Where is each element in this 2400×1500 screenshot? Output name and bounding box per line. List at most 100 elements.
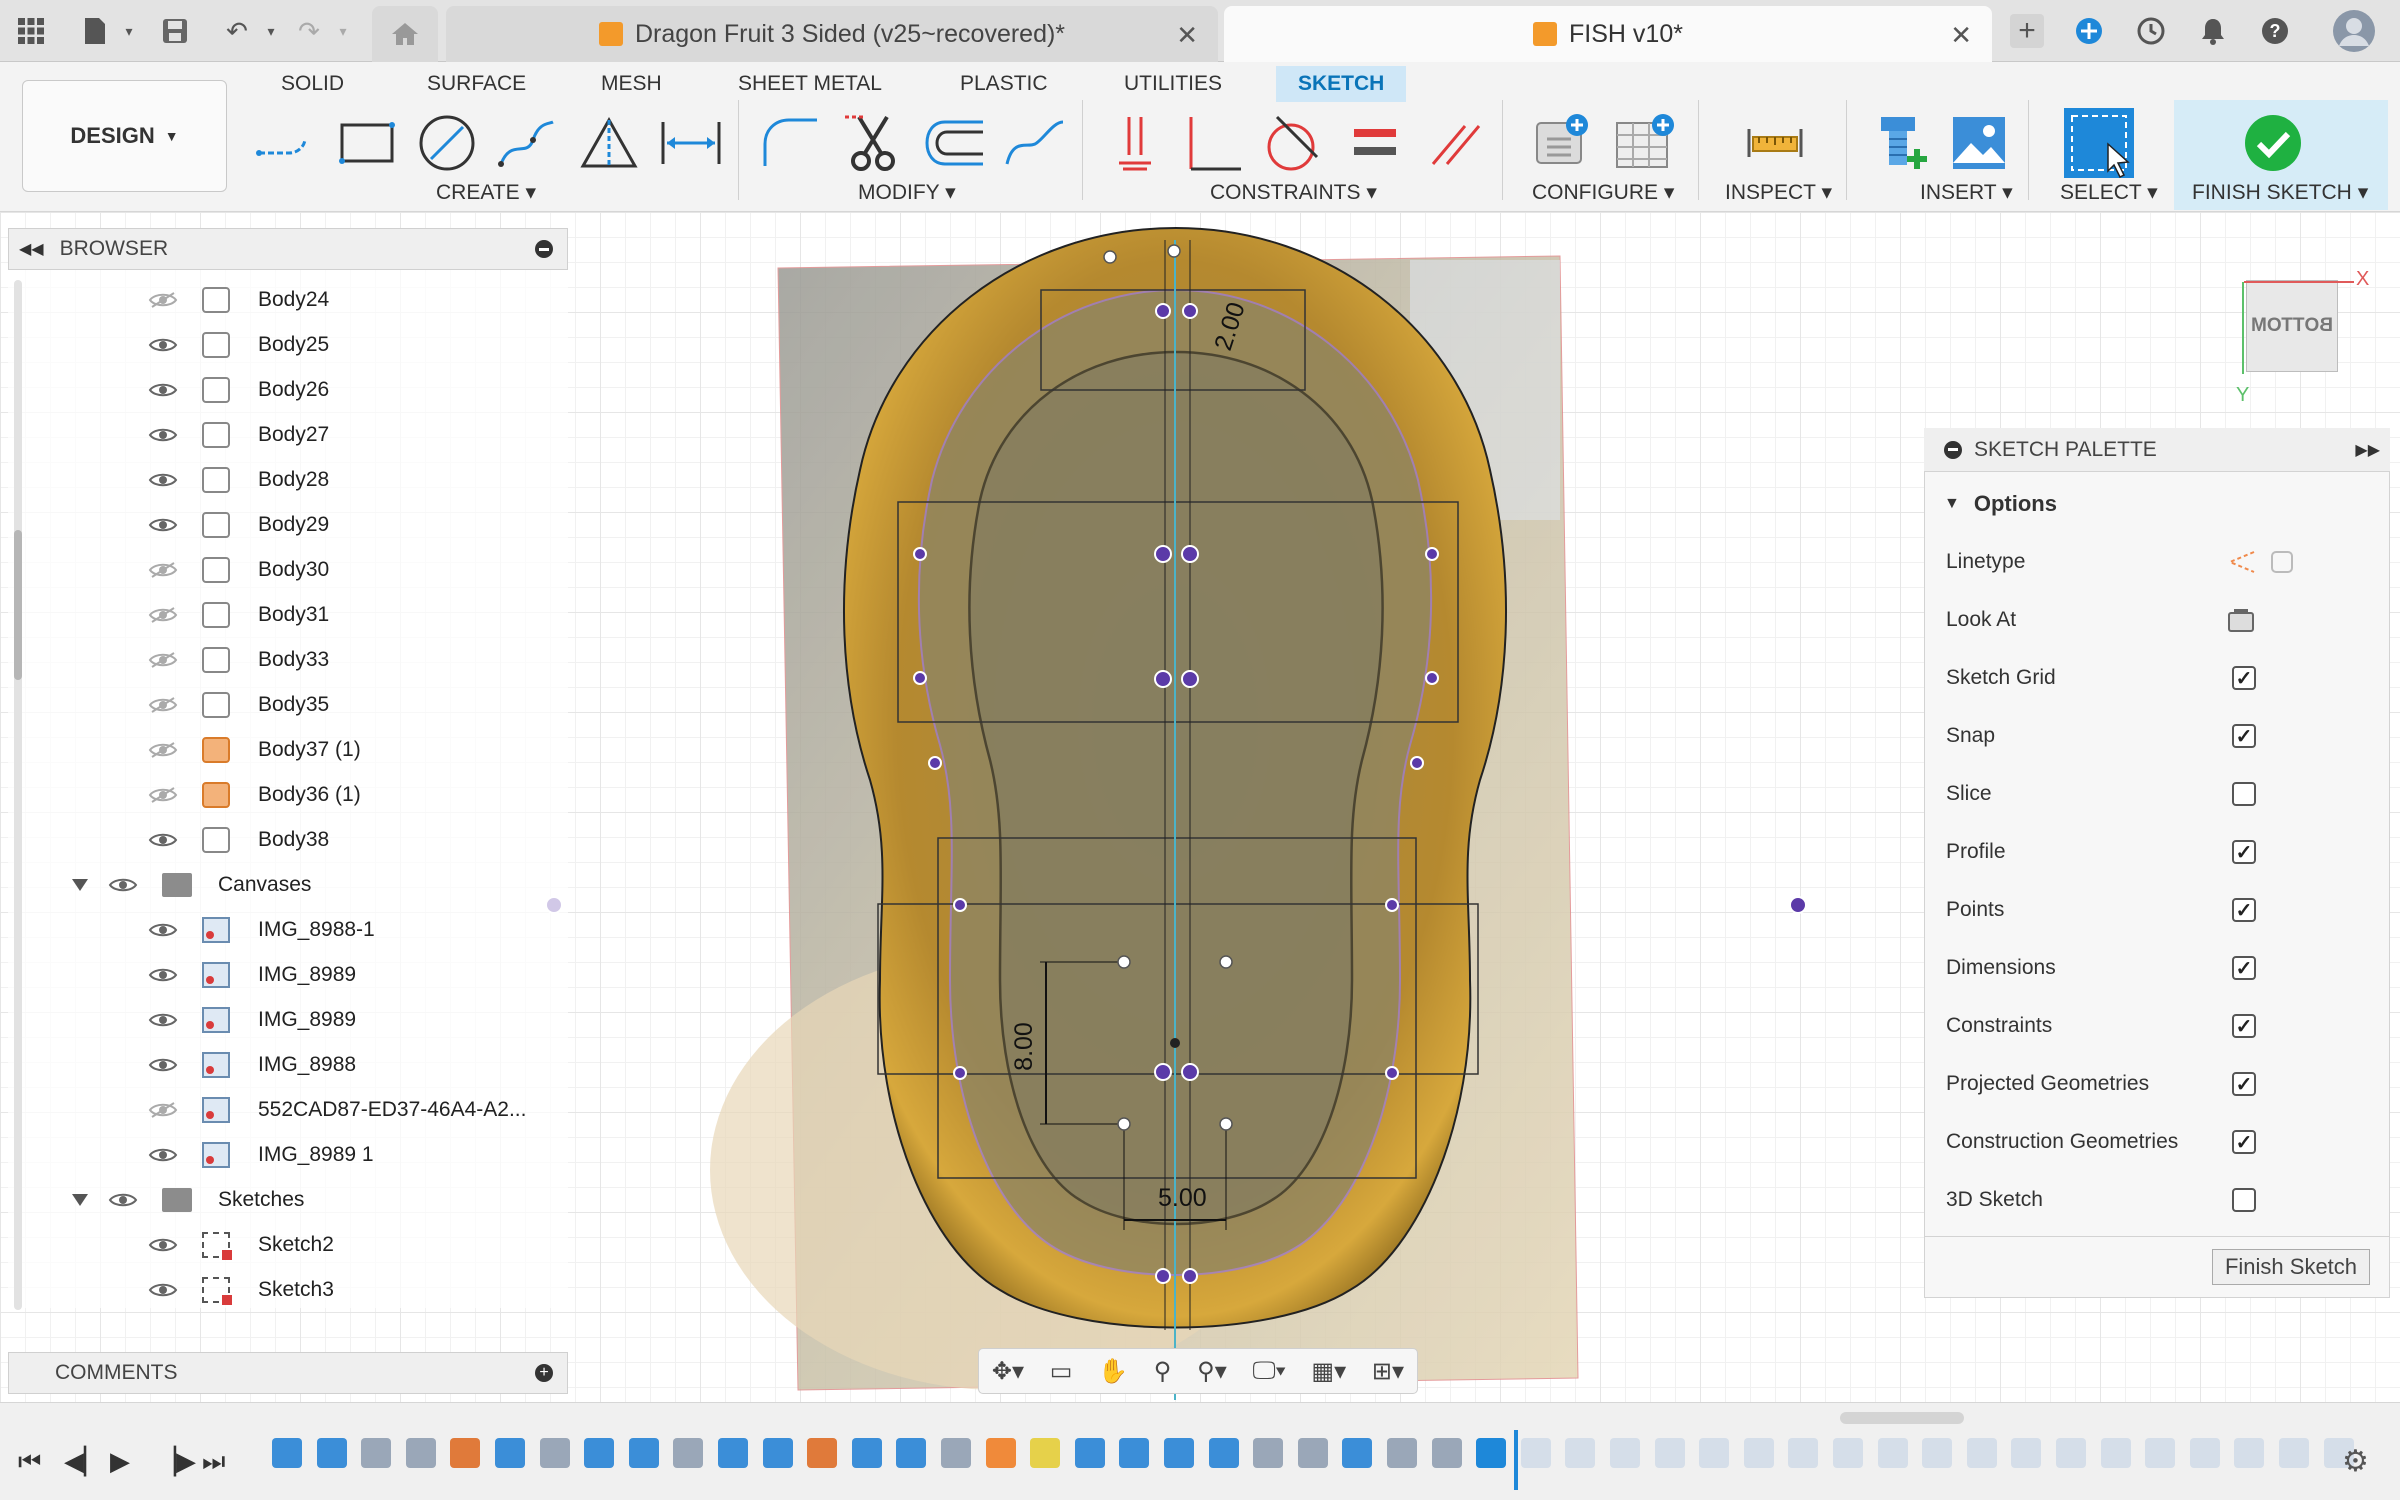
browser-item-body[interactable]: Body35 bbox=[146, 685, 329, 725]
browser-item-body[interactable]: Body33 bbox=[146, 640, 329, 680]
timeline-feature-icon[interactable] bbox=[539, 1438, 570, 1468]
eye-hidden-icon[interactable] bbox=[146, 290, 180, 310]
eye-icon[interactable] bbox=[146, 965, 180, 985]
extensions-icon[interactable] bbox=[2072, 14, 2106, 48]
measure-ruler-icon[interactable] bbox=[1740, 108, 1810, 178]
minimize-icon[interactable] bbox=[535, 240, 553, 258]
workspace-design-button[interactable]: DESIGN ▼ bbox=[22, 80, 227, 192]
tab-surface[interactable]: SURFACE bbox=[427, 66, 526, 102]
browser-folder-sketches[interactable]: Sketches bbox=[72, 1180, 304, 1220]
palette-option-checkbox[interactable]: ✓ bbox=[2232, 1072, 2256, 1096]
expand-panel-icon[interactable]: ▶▶ bbox=[2355, 440, 2380, 460]
finish-sketch-button[interactable]: Finish Sketch bbox=[2212, 1249, 2370, 1285]
sketch-origin-point[interactable] bbox=[1170, 1038, 1180, 1048]
viewcube[interactable]: BOTTOM bbox=[2246, 280, 2338, 372]
eye-icon[interactable] bbox=[106, 1190, 140, 1210]
look-at-icon[interactable]: ▭ bbox=[1050, 1357, 1073, 1386]
undo-chevron-icon[interactable]: ▾ bbox=[254, 14, 288, 48]
eye-icon[interactable] bbox=[146, 335, 180, 355]
trim-scissors-icon[interactable] bbox=[838, 108, 908, 178]
offset-tool-icon[interactable] bbox=[920, 108, 990, 178]
comments-panel[interactable]: COMMENTS + bbox=[8, 1352, 568, 1394]
eye-hidden-icon[interactable] bbox=[146, 650, 180, 670]
eye-icon[interactable] bbox=[146, 470, 180, 490]
timeline-feature-icon[interactable] bbox=[584, 1438, 615, 1468]
browser-item-canvas[interactable]: IMG_8988 bbox=[146, 1045, 356, 1085]
timeline-feature-icon[interactable] bbox=[2011, 1438, 2042, 1468]
timeline-feature-icon[interactable] bbox=[1833, 1438, 1863, 1468]
browser-folder-canvases[interactable]: Canvases bbox=[72, 865, 311, 905]
new-tab-icon[interactable]: + bbox=[2010, 14, 2044, 48]
eye-icon[interactable] bbox=[146, 1235, 180, 1255]
redo-chevron-icon[interactable]: ▾ bbox=[326, 14, 360, 48]
timeline-feature-icon[interactable] bbox=[361, 1438, 392, 1468]
eye-icon[interactable] bbox=[146, 830, 180, 850]
minimize-icon[interactable] bbox=[1944, 440, 1962, 459]
conic-curve-icon[interactable] bbox=[1000, 108, 1070, 178]
browser-item-canvas[interactable]: IMG_8989 bbox=[146, 1000, 356, 1040]
timeline-feature-icon[interactable] bbox=[1610, 1438, 1640, 1468]
eye-icon[interactable] bbox=[146, 380, 180, 400]
tab-plastic[interactable]: PLASTIC bbox=[960, 66, 1048, 102]
browser-scroll-thumb[interactable] bbox=[14, 530, 22, 680]
file-menu-chevron-icon[interactable]: ▾ bbox=[112, 14, 146, 48]
browser-item-body[interactable]: Body28 bbox=[146, 460, 329, 500]
save-icon[interactable] bbox=[158, 14, 192, 48]
browser-scrollbar[interactable] bbox=[14, 280, 22, 1310]
browser-item-body[interactable]: Body25 bbox=[146, 325, 329, 365]
viewports-icon[interactable]: ⊞▾ bbox=[1372, 1357, 1404, 1386]
eye-icon[interactable] bbox=[146, 1280, 180, 1300]
collapse-panel-icon[interactable]: ◀◀ bbox=[19, 239, 44, 259]
eye-icon[interactable] bbox=[146, 920, 180, 940]
timeline-feature-icon[interactable] bbox=[718, 1438, 748, 1468]
fit-zoom-icon[interactable]: ⚲▾ bbox=[1197, 1357, 1227, 1386]
pan-hand-icon[interactable]: ✋ bbox=[1098, 1357, 1128, 1386]
dimension-text-8[interactable]: 8.00 bbox=[1010, 1022, 1039, 1071]
options-section[interactable]: ▼ Options bbox=[1944, 484, 2057, 524]
parallel-constraint-icon[interactable] bbox=[1420, 108, 1490, 178]
select-menu[interactable]: SELECT ▾ bbox=[2060, 180, 2158, 205]
insert-menu[interactable]: INSERT ▾ bbox=[1920, 180, 2013, 205]
timeline-feature-icon[interactable] bbox=[2145, 1438, 2176, 1468]
circle-tool-icon[interactable] bbox=[412, 108, 482, 178]
palette-header[interactable]: SKETCH PALETTE ▶▶ bbox=[1924, 428, 2390, 472]
constraints-menu[interactable]: CONSTRAINTS ▾ bbox=[1210, 180, 1377, 205]
grid-settings-icon[interactable]: ▦▾ bbox=[1311, 1357, 1346, 1386]
browser-item-body[interactable]: Body29 bbox=[146, 505, 329, 545]
browser-item-body[interactable]: Body30 bbox=[146, 550, 329, 590]
timeline-feature-icon[interactable] bbox=[450, 1438, 481, 1468]
eye-icon[interactable] bbox=[146, 515, 180, 535]
timeline-feature-icon[interactable] bbox=[2056, 1438, 2086, 1468]
eye-icon[interactable] bbox=[146, 425, 180, 445]
browser-item-canvas[interactable]: IMG_8989 1 bbox=[146, 1135, 374, 1175]
notifications-bell-icon[interactable] bbox=[2196, 14, 2230, 48]
eye-hidden-icon[interactable] bbox=[146, 695, 180, 715]
eye-hidden-icon[interactable] bbox=[146, 560, 180, 580]
timeline-feature-icon[interactable] bbox=[628, 1438, 659, 1468]
close-icon[interactable]: ✕ bbox=[1950, 20, 1972, 51]
go-to-start-icon[interactable]: ⏮ bbox=[18, 1446, 41, 1478]
timeline-feature-icon[interactable] bbox=[272, 1438, 302, 1468]
finish-sketch-check-icon[interactable] bbox=[2238, 108, 2308, 178]
browser-item-canvas[interactable]: IMG_8988-1 bbox=[146, 910, 375, 950]
timeline-feature-icon[interactable] bbox=[1119, 1438, 1150, 1468]
fix-constraint-icon[interactable] bbox=[1100, 108, 1170, 178]
palette-option-checkbox[interactable] bbox=[2232, 782, 2256, 806]
tab-dragon-fruit[interactable]: Dragon Fruit 3 Sided (v25~recovered)* ✕ bbox=[446, 6, 1218, 62]
timeline-feature-icon[interactable] bbox=[2100, 1438, 2131, 1468]
timeline-feature-icon[interactable] bbox=[495, 1438, 525, 1468]
rectangle-tool-icon[interactable] bbox=[332, 108, 402, 178]
browser-item-body[interactable]: Body37 (1) bbox=[146, 730, 361, 770]
inspect-menu[interactable]: INSPECT ▾ bbox=[1725, 180, 1832, 205]
tab-sketch[interactable]: SKETCH bbox=[1276, 66, 1407, 102]
spline-tool-icon[interactable] bbox=[492, 108, 562, 178]
redo-icon[interactable]: ↷ bbox=[292, 14, 326, 48]
timeline-feature-icon[interactable] bbox=[851, 1438, 882, 1468]
linetype-construction-icon[interactable] bbox=[2226, 548, 2293, 576]
timeline-feature-icon[interactable] bbox=[1476, 1438, 1507, 1468]
palette-option-checkbox[interactable]: ✓ bbox=[2232, 898, 2256, 922]
app-grid-icon[interactable] bbox=[14, 14, 48, 48]
file-icon[interactable] bbox=[78, 14, 112, 48]
eye-hidden-icon[interactable] bbox=[146, 605, 180, 625]
fillet-tool-icon[interactable] bbox=[756, 108, 826, 178]
